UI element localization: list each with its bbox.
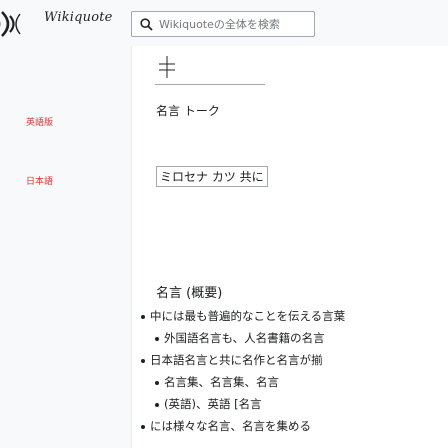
wikiquote-logo[interactable]: Wikiquote xyxy=(0,0,112,46)
tab-bar[interactable]: 名言 トーク xyxy=(156,102,220,119)
list-item: には様々な名言、名言を集める xyxy=(141,419,311,433)
list-item: (英語)、英語 [名言 xyxy=(155,397,262,411)
notice-box: ミロセナ カツ 共に xyxy=(156,166,268,187)
search-box[interactable] xyxy=(131,11,315,37)
sidebar-item-english[interactable]: 英語版 xyxy=(26,115,53,128)
list-item: 中には最も普遍的なことを伝える言葉 xyxy=(140,309,346,323)
main-content: 名言 トーク ミロセナ カツ 共に 名言 (概要) 中には最も普遍的なことを伝え… xyxy=(131,46,448,448)
list-item: 名言集、名言集、名言 xyxy=(155,375,279,389)
sidebar-item-japanese[interactable]: 日本語 xyxy=(26,174,53,187)
page-glyph-icon xyxy=(159,56,175,78)
edge-fade xyxy=(441,46,448,448)
list-item: 外国語名言も、人名書籍の名言 xyxy=(155,331,325,345)
wikiquote-mark-icon xyxy=(0,11,21,37)
logo-wordmark: Wikiquote xyxy=(44,10,113,25)
section-heading: 名言 (概要) xyxy=(156,286,223,301)
divider xyxy=(155,84,265,85)
search-icon xyxy=(140,17,153,31)
list-item: 日本語名言と共に名作と名言が揃 xyxy=(141,353,323,367)
search-input[interactable] xyxy=(159,17,309,31)
